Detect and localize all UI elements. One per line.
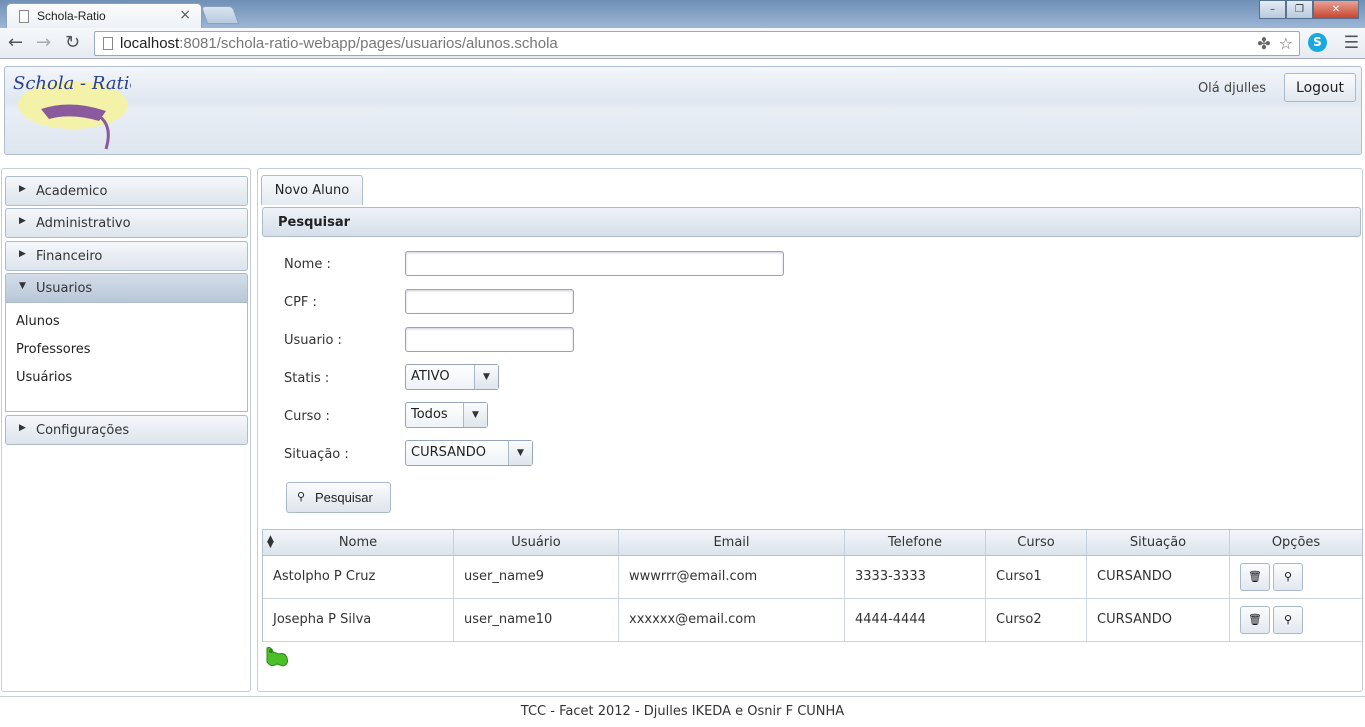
column-header-telefone[interactable]: Telefone (845, 530, 986, 555)
usuario-input[interactable] (405, 327, 574, 352)
tab-title: Schola-Ratio (37, 9, 106, 23)
close-tab-icon[interactable]: × (179, 7, 191, 23)
column-header-situacao[interactable]: Situação (1087, 530, 1230, 555)
skype-icon[interactable]: S (1308, 33, 1327, 52)
curso-select[interactable]: Todos ▼ (405, 402, 488, 428)
cell-telefone: 3333-3333 (845, 556, 986, 598)
pesquisar-button[interactable]: ⚲ Pesquisar (286, 482, 391, 513)
address-bar[interactable]: localhost:8081/schola-ratio-webapp/pages… (94, 31, 1300, 56)
cell-nome: Josepha P Silva (263, 599, 454, 641)
view-button[interactable]: ⚲ (1273, 606, 1303, 634)
sidebar-item-configuracoes[interactable]: ▶ Configurações (5, 415, 248, 445)
delete-button[interactable]: 🗑 (1240, 606, 1270, 634)
cell-email: xxxxxx@email.com (619, 599, 845, 641)
caret-right-icon: ▶ (19, 423, 26, 433)
loading-status-icon (266, 647, 288, 667)
maximize-button[interactable]: ❐ (1286, 0, 1313, 19)
statis-label: Statis : (284, 371, 330, 386)
svg-text:Schola - Ratio: Schola - Ratio (13, 73, 131, 94)
submenu-link-alunos[interactable]: Alunos (16, 314, 60, 329)
sort-icon[interactable]: ▲ ▼ (267, 535, 274, 550)
usuario-label: Usuario : (284, 333, 342, 348)
close-window-button[interactable]: ✕ (1313, 0, 1359, 19)
reload-icon[interactable]: ↻ (65, 32, 80, 53)
dropdown-arrow-icon: ▼ (474, 365, 498, 389)
trash-icon: 🗑 (1248, 613, 1262, 626)
greeting-text: Olá djulles (1197, 81, 1266, 96)
new-tab-button[interactable] (200, 6, 240, 24)
cell-situacao: CURSANDO (1087, 599, 1230, 641)
page-icon (103, 37, 113, 50)
delete-button[interactable]: 🗑 (1240, 563, 1270, 591)
browser-toolbar: ← → ↻ localhost:8081/schola-ratio-webapp… (0, 28, 1365, 59)
column-header-opcoes: Opções (1271, 535, 1321, 550)
app-header: Schola - Ratio Olá djulles Logout (4, 66, 1362, 155)
cpf-input[interactable] (405, 289, 574, 314)
dropdown-arrow-icon: ▼ (463, 403, 487, 427)
bookmark-star-icon[interactable]: ☆ (1279, 34, 1293, 53)
forward-icon[interactable]: → (36, 32, 51, 53)
cell-telefone: 4444-4444 (845, 599, 986, 641)
dropdown-arrow-icon: ▼ (508, 441, 532, 465)
column-header-nome[interactable]: ▲ ▼ Nome (263, 530, 454, 555)
page-footer: TCC - Facet 2012 - Djulles IKEDA e Osnir… (0, 696, 1365, 726)
sidebar-item-financeiro[interactable]: ▶ Financeiro (5, 241, 248, 271)
caret-down-icon: ▼ (19, 281, 26, 291)
sidebar-item-academico[interactable]: ▶ Academico (5, 176, 248, 206)
main-panel: Novo Aluno Pesquisar Nome : CPF : Usuari… (257, 168, 1363, 692)
cell-email: wwwrrr@email.com (619, 556, 845, 598)
cell-curso: Curso1 (986, 556, 1087, 598)
cpf-label: CPF : (284, 295, 317, 310)
tab-novo-aluno[interactable]: Novo Aluno (261, 175, 363, 205)
caret-right-icon: ▶ (19, 184, 26, 194)
view-button[interactable]: ⚲ (1273, 563, 1303, 591)
browser-titlebar: Schola-Ratio × – ❐ ✕ (0, 0, 1365, 28)
caret-right-icon: ▶ (19, 249, 26, 259)
window-controls: – ❐ ✕ (1259, 0, 1359, 19)
minimize-button[interactable]: – (1259, 0, 1286, 19)
search-legend: Pesquisar (262, 207, 1361, 237)
search-icon: ⚲ (297, 491, 306, 503)
sidebar-item-administrativo[interactable]: ▶ Administrativo (5, 208, 248, 238)
back-icon[interactable]: ← (8, 32, 23, 53)
submenu-link-usuarios[interactable]: Usuários (16, 370, 72, 385)
url-text: localhost:8081/schola-ratio-webapp/pages… (120, 35, 558, 52)
page-icon (19, 10, 29, 23)
situacao-select[interactable]: CURSANDO ▼ (405, 440, 533, 466)
cell-usuario: user_name9 (454, 556, 619, 598)
column-header-usuario[interactable]: Usuário (454, 530, 619, 555)
table-header: ▲ ▼ Nome Usuário Email Telefone Curso Sit… (263, 530, 1362, 556)
trash-icon: 🗑 (1248, 570, 1262, 583)
curso-label: Curso : (284, 409, 330, 424)
logout-button[interactable]: Logout (1284, 73, 1356, 102)
menu-icon[interactable]: ☰ (1344, 33, 1359, 53)
nome-label: Nome : (284, 257, 331, 272)
cell-curso: Curso2 (986, 599, 1087, 641)
cell-nome: Astolpho P Cruz (263, 556, 454, 598)
table-row: Astolpho P Cruz user_name9 wwwrrr@email.… (263, 556, 1362, 599)
sidebar-item-usuarios[interactable]: ▼ Usuarios (5, 273, 248, 303)
caret-right-icon: ▶ (19, 216, 26, 226)
column-header-email[interactable]: Email (619, 530, 845, 555)
schola-ratio-logo: Schola - Ratio (13, 73, 131, 150)
situacao-label: Situação : (284, 447, 349, 462)
cell-situacao: CURSANDO (1087, 556, 1230, 598)
browser-tab[interactable]: Schola-Ratio × (6, 3, 202, 28)
usuarios-submenu: Alunos Professores Usuários (5, 303, 248, 412)
nome-input[interactable] (405, 251, 784, 276)
table-row: Josepha P Silva user_name10 xxxxxx@email… (263, 599, 1362, 642)
submenu-link-professores[interactable]: Professores (16, 342, 91, 357)
statis-select[interactable]: ATIVO ▼ (405, 364, 499, 390)
magnifier-icon: ⚲ (1283, 613, 1293, 626)
extension-puzzle-icon[interactable]: ✤ (1257, 34, 1270, 53)
search-fieldset: Pesquisar Nome : CPF : Usuario : Statis … (262, 205, 1362, 527)
magnifier-icon: ⚲ (1283, 570, 1293, 583)
sidebar-menu: ▶ Academico ▶ Administrativo ▶ Financeir… (1, 168, 251, 692)
alunos-table: ▲ ▼ Nome Usuário Email Telefone Curso Sit… (262, 529, 1363, 642)
column-header-curso[interactable]: Curso (986, 530, 1087, 555)
cell-usuario: user_name10 (454, 599, 619, 641)
